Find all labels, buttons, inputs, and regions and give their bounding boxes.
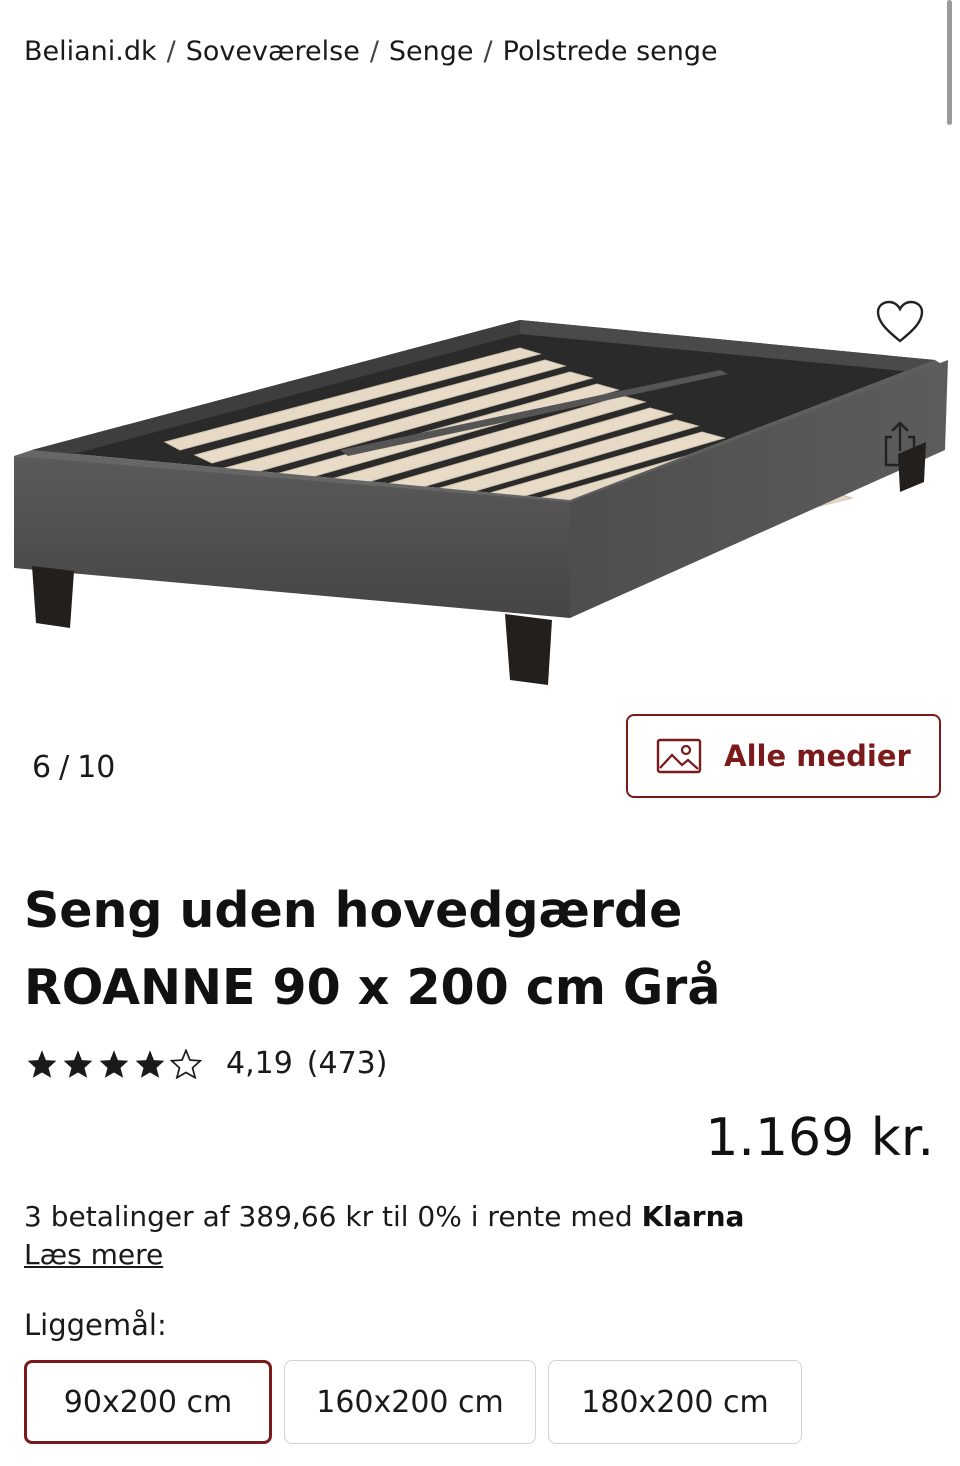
breadcrumb-separator: / — [166, 36, 176, 67]
wishlist-button[interactable] — [870, 292, 930, 352]
klarna-logo: Klarna — [641, 1200, 745, 1233]
product-title: Seng uden hovedgærde ROANNE 90 x 200 cm … — [24, 872, 864, 1026]
page-scrollbar[interactable] — [947, 0, 952, 125]
gallery-total: 10 — [77, 750, 116, 785]
gallery-counter-separator: / — [59, 750, 70, 785]
product-image-gallery[interactable] — [0, 120, 960, 720]
image-icon — [656, 738, 702, 774]
product-title-line2: ROANNE 90 x 200 cm Grå — [24, 959, 721, 1016]
star-icon — [63, 1049, 93, 1078]
product-image — [14, 320, 948, 685]
breadcrumb-beds[interactable]: Senge — [389, 36, 474, 67]
product-price: 1.169 kr. — [705, 1108, 934, 1168]
size-option-180x200[interactable]: 180x200 cm — [548, 1360, 802, 1444]
review-count[interactable]: (473) — [307, 1046, 388, 1081]
share-button[interactable] — [870, 414, 930, 474]
star-icon — [99, 1049, 129, 1078]
klarna-text: 3 betalinger af 389,66 kr til 0% i rente… — [24, 1200, 633, 1233]
all-media-label: Alle medier — [724, 739, 911, 773]
size-option-160x200[interactable]: 160x200 cm — [284, 1360, 536, 1444]
star-outline-icon — [170, 1048, 202, 1079]
breadcrumb-bedroom[interactable]: Soveværelse — [186, 36, 360, 67]
breadcrumb: Beliani.dk / Soveværelse / Senge / Polst… — [24, 36, 718, 67]
size-selector: 90x200 cm 160x200 cm 180x200 cm — [24, 1360, 802, 1444]
size-option-90x200[interactable]: 90x200 cm — [24, 1360, 272, 1444]
gallery-current-index: 6 — [32, 750, 52, 785]
klarna-installment-info: 3 betalinger af 389,66 kr til 0% i rente… — [24, 1200, 744, 1233]
share-icon — [884, 421, 916, 467]
rating-stars — [26, 1048, 202, 1079]
product-title-line1: Seng uden hovedgærde — [24, 882, 683, 939]
star-icon — [135, 1049, 165, 1078]
breadcrumb-separator: / — [483, 36, 493, 67]
all-media-button[interactable]: Alle medier — [626, 714, 941, 798]
klarna-read-more-link[interactable]: Læs mere — [24, 1238, 163, 1271]
breadcrumb-home[interactable]: Beliani.dk — [24, 36, 157, 67]
rating-value: 4,19 — [226, 1046, 293, 1081]
gallery-counter: 6 / 10 — [32, 750, 115, 785]
breadcrumb-upholstered-beds[interactable]: Polstrede senge — [503, 36, 718, 67]
size-selector-label: Liggemål: — [24, 1308, 167, 1342]
heart-icon — [876, 300, 924, 343]
breadcrumb-separator: / — [369, 36, 379, 67]
product-rating[interactable]: 4,19 (473) — [26, 1046, 387, 1081]
star-icon — [27, 1049, 57, 1078]
